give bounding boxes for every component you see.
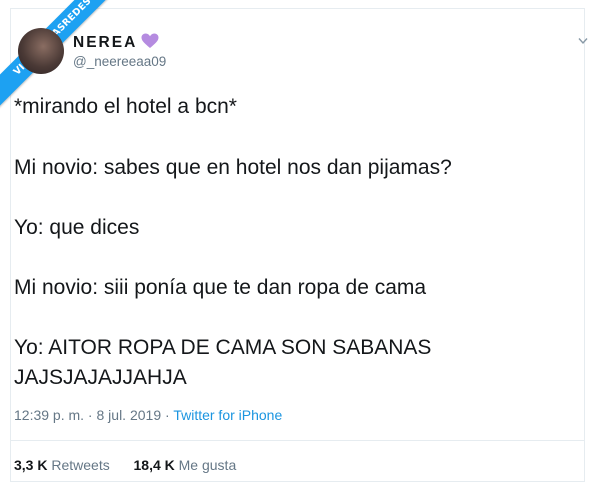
meta-separator: · xyxy=(161,407,174,423)
tweet-text-line: Yo: AITOR ROPA DE CAMA SON SABANAS xyxy=(14,336,432,359)
likes-count: 18,4 K xyxy=(133,457,175,473)
tweet-text-line: *mirando el hotel a bcn* xyxy=(14,95,237,118)
chevron-down-icon[interactable] xyxy=(578,37,588,45)
tweet-source-link[interactable]: Twitter for iPhone xyxy=(173,407,282,423)
likes-stat[interactable]: 18,4 K Me gusta xyxy=(134,457,237,473)
purple-heart-icon xyxy=(141,33,159,48)
user-handle[interactable]: @_neereeaa09 xyxy=(73,54,166,69)
tweet-stats: 3,3 K Retweets 18,4 K Me gusta xyxy=(14,457,236,473)
tweet-time[interactable]: 12:39 p. m. xyxy=(14,407,84,423)
retweets-count: 3,3 K xyxy=(14,457,48,473)
retweets-stat[interactable]: 3,3 K Retweets xyxy=(14,457,110,473)
meta-separator: · xyxy=(84,407,97,423)
tweet-text-line: JAJSJAJAJJAHJA xyxy=(14,366,187,389)
user-display-name[interactable]: NEREA xyxy=(73,34,137,52)
tweet-text-line: Mi novio: sabes que en hotel nos dan pij… xyxy=(14,156,452,179)
retweets-label: Retweets xyxy=(51,457,110,473)
tweet-text-line: Yo: que dices xyxy=(14,216,140,239)
avatar[interactable] xyxy=(18,28,64,74)
tweet-text-line: Mi novio: siii ponía que te dan ropa de … xyxy=(14,276,427,299)
likes-label: Me gusta xyxy=(178,457,237,473)
tweet-date[interactable]: 8 jul. 2019 xyxy=(97,407,162,423)
divider xyxy=(10,440,585,441)
tweet-metadata: 12:39 p. m. · 8 jul. 2019 · Twitter for … xyxy=(14,407,282,423)
